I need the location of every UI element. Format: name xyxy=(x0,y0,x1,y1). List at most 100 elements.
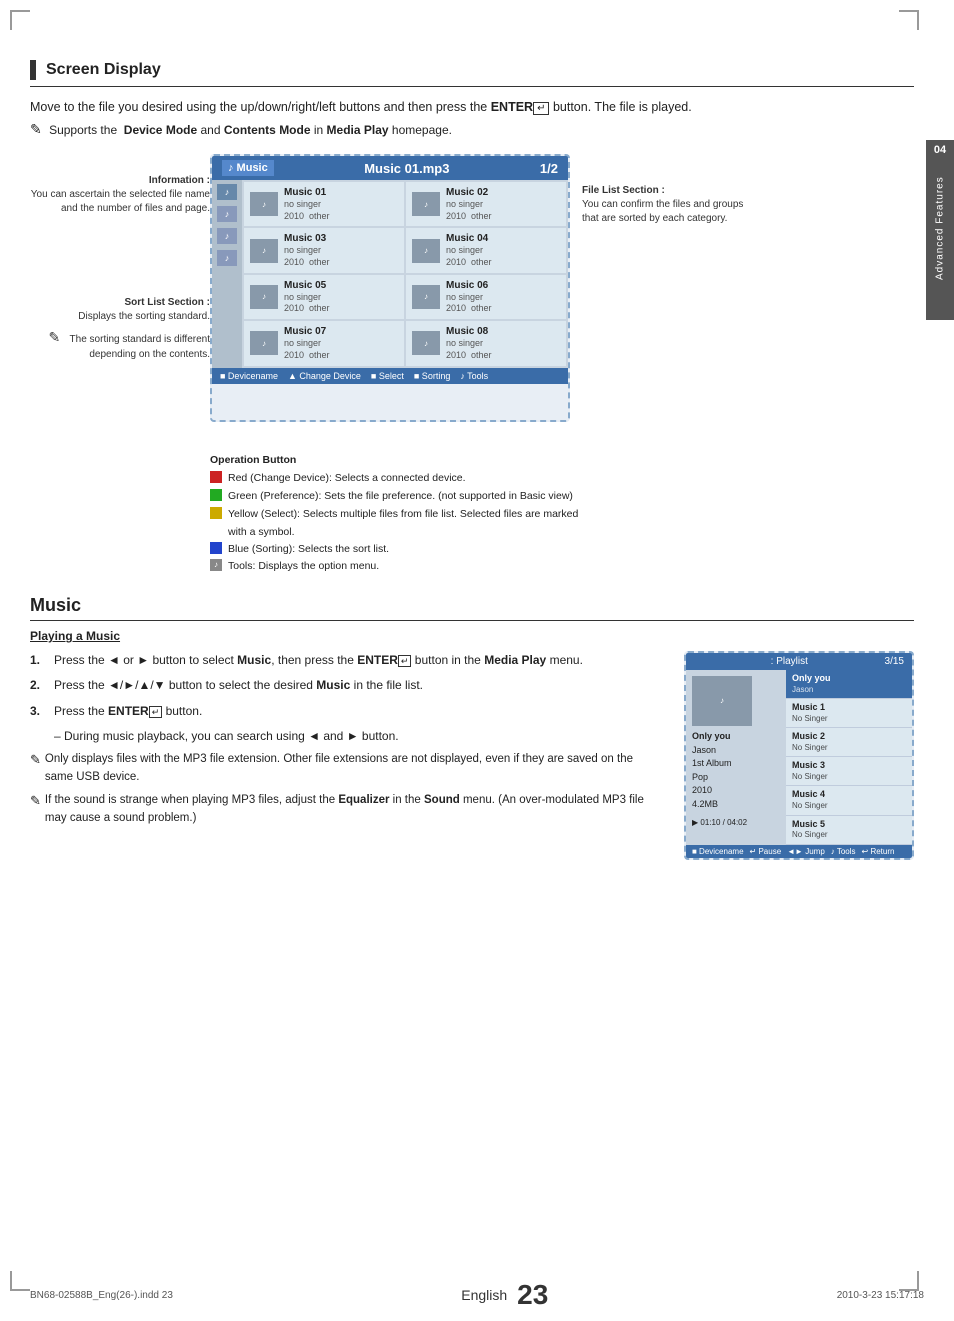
left-annotations: Information : You can ascertain the sele… xyxy=(30,154,210,422)
screen-display-section-header: Screen Display xyxy=(30,60,914,87)
pb-footer-jump: ◄► Jump xyxy=(787,847,825,856)
english-label: English xyxy=(461,1287,507,1303)
screen-mock: ♪ Music Music 01.mp3 1/2 ♪ ♪ ♪ ♪ ♪ Music… xyxy=(210,154,570,422)
pb-album-art: ♪ xyxy=(692,676,752,726)
note-line: ✎ Supports the Device Mode and Contents … xyxy=(30,121,914,138)
sort-annotation: Sort List Section : Displays the sorting… xyxy=(30,296,210,362)
red-box-icon xyxy=(210,471,222,483)
pb-footer: ■ Devicename ↵ Pause ◄► Jump ♪ Tools ↩ R… xyxy=(686,845,912,858)
pb-playlist-label: : Playlist xyxy=(771,656,808,667)
op-title: Operation Button xyxy=(210,452,914,469)
step-2: 2. Press the ◄/►/▲/▼ button to select th… xyxy=(30,676,664,695)
screen-page: 1/2 xyxy=(540,161,558,176)
operation-section: Operation Button Red (Change Device): Se… xyxy=(210,452,914,576)
page-footer: BN68-02588B_Eng(26-).indd 23 English 23 … xyxy=(0,1279,954,1311)
pb-footer-device: ■ Devicename xyxy=(692,847,744,856)
op-blue-text: Blue (Sorting): Selects the sort list. xyxy=(228,541,389,558)
pb-track-size: 4.2MB xyxy=(692,798,780,812)
pb-track-genre: Pop xyxy=(692,771,780,785)
screen-header: ♪ Music Music 01.mp3 1/2 xyxy=(212,156,568,180)
file-list-text: You can confirm the files and groups tha… xyxy=(582,198,750,226)
file-cell-2: ♪ Music 02 no singer 2010 other xyxy=(406,182,566,226)
yellow-box-icon xyxy=(210,507,222,519)
pb-body: ♪ Only you Jason 1st Album Pop 2010 4.2M… xyxy=(686,670,912,844)
playback-screen: : Playlist 3/15 ♪ Only you Jason 1st Alb… xyxy=(684,651,914,859)
file-list-title: File List Section : xyxy=(582,184,750,198)
pb-track-title: Only you xyxy=(692,730,780,744)
music-section-title: Music xyxy=(30,595,914,616)
steps-and-screen: 1. Press the ◄ or ► button to select Mus… xyxy=(30,651,914,859)
steps-column: 1. Press the ◄ or ► button to select Mus… xyxy=(30,651,664,859)
step-3-sub: – During music playback, you can search … xyxy=(54,727,664,746)
side-tab-text: Advanced Features xyxy=(926,158,954,298)
info-annotation-title: Information : xyxy=(30,174,210,188)
side-tab-number: 04 xyxy=(926,140,954,160)
step-3: 3. Press the ENTER↵ button. xyxy=(30,702,664,721)
file-cell-4: ♪ Music 04 no singer 2010 other xyxy=(406,228,566,272)
note-1: ✎ Only displays files with the MP3 file … xyxy=(30,750,664,787)
pb-track-year: 2010 xyxy=(692,784,780,798)
file-grid: ♪ Music 01 no singer 2010 other ♪ Music … xyxy=(242,180,568,368)
music-section: Music Playing a Music 1. Press the ◄ or … xyxy=(30,595,914,859)
pb-footer-tools: ♪ Tools xyxy=(831,847,856,856)
file-cell-6: ♪ Music 06 no singer 2010 other xyxy=(406,275,566,319)
right-annotations: File List Section : You can confirm the … xyxy=(570,154,750,422)
file-list-annotation: File List Section : You can confirm the … xyxy=(582,184,750,226)
pb-header: : Playlist 3/15 xyxy=(686,653,912,670)
op-tools-text: Tools: Displays the option menu. xyxy=(228,558,379,575)
screen-footer: ■ Devicename ▲ Change Device ■ Select ■ … xyxy=(212,368,568,384)
tools-box-icon: ♪ xyxy=(210,559,222,571)
screen-track-title: Music 01.mp3 xyxy=(364,161,449,176)
music-section-header: Music xyxy=(30,595,914,621)
pb-playlist-item-2: Music 1 No Singer xyxy=(786,699,912,728)
op-blue: Blue (Sorting): Selects the sort list. xyxy=(210,541,914,558)
pb-footer-return: ↩ Return xyxy=(862,847,895,856)
pb-playlist: Only you Jason Music 1 No Singer Music 2… xyxy=(786,670,912,844)
file-cell-3: ♪ Music 03 no singer 2010 other xyxy=(244,228,404,272)
playing-subtitle: Playing a Music xyxy=(30,629,914,643)
screen-display-title: Screen Display xyxy=(46,61,161,79)
pb-page: 3/15 xyxy=(885,656,904,667)
page-number-area: English 23 xyxy=(461,1279,548,1311)
sort-annotation-text: Displays the sorting standard. xyxy=(30,310,210,324)
page-number: 23 xyxy=(517,1279,548,1311)
pb-track-info: ♪ Only you Jason 1st Album Pop 2010 4.2M… xyxy=(686,670,786,844)
sort-note: ✎ The sorting standard is different depe… xyxy=(30,328,210,362)
op-green-text: Green (Preference): Sets the file prefer… xyxy=(228,488,573,505)
op-yellow: Yellow (Select): Selects multiple files … xyxy=(210,506,914,523)
note-2: ✎ If the sound is strange when playing M… xyxy=(30,791,664,828)
pb-playlist-item-5: Music 4 No Singer xyxy=(786,786,912,815)
sort-annotation-title: Sort List Section : xyxy=(30,296,210,310)
op-green: Green (Preference): Sets the file prefer… xyxy=(210,488,914,505)
op-yellow-text: Yellow (Select): Selects multiple files … xyxy=(228,506,578,523)
info-annotation-text: You can ascertain the selected file name… xyxy=(30,188,210,216)
music-icon: ♪ Music xyxy=(222,160,274,176)
intro-paragraph: Move to the file you desired using the u… xyxy=(30,97,914,117)
pb-playlist-item-3: Music 2 No Singer xyxy=(786,728,912,757)
file-cell-7: ♪ Music 07 no singer 2010 other xyxy=(244,321,404,365)
op-tools: ♪ Tools: Displays the option menu. xyxy=(210,558,914,575)
corner-mark-tl xyxy=(10,10,30,30)
step-1: 1. Press the ◄ or ► button to select Mus… xyxy=(30,651,664,670)
footer-right-text: 2010-3-23 15:17:18 xyxy=(837,1290,924,1301)
corner-mark-tr xyxy=(899,10,919,30)
green-box-icon xyxy=(210,489,222,501)
diagram-area: Information : You can ascertain the sele… xyxy=(30,154,914,422)
file-cell-5: ♪ Music 05 no singer 2010 other xyxy=(244,275,404,319)
pb-time: ▶ 01:10 / 04:02 xyxy=(692,817,780,829)
info-annotation: Information : You can ascertain the sele… xyxy=(30,174,210,216)
op-red-text: Red (Change Device): Selects a connected… xyxy=(228,470,466,487)
pb-playlist-item-1: Only you Jason xyxy=(786,670,912,699)
pb-track-album: 1st Album xyxy=(692,757,780,771)
pb-playlist-item-6: Music 5 No Singer xyxy=(786,816,912,845)
pb-footer-pause: ↵ Pause xyxy=(750,847,782,856)
section-bar xyxy=(30,60,36,80)
sort-sidebar: ♪ ♪ ♪ ♪ xyxy=(212,180,242,368)
footer-left-text: BN68-02588B_Eng(26-).indd 23 xyxy=(30,1290,173,1301)
file-cell-8: ♪ Music 08 no singer 2010 other xyxy=(406,321,566,365)
op-red: Red (Change Device): Selects a connected… xyxy=(210,470,914,487)
screen-body: ♪ ♪ ♪ ♪ ♪ Music 01 no singer 2010 other xyxy=(212,180,568,368)
file-cell-1: ♪ Music 01 no singer 2010 other xyxy=(244,182,404,226)
pb-track-artist: Jason xyxy=(692,744,780,758)
pb-playlist-item-4: Music 3 No Singer xyxy=(786,757,912,786)
